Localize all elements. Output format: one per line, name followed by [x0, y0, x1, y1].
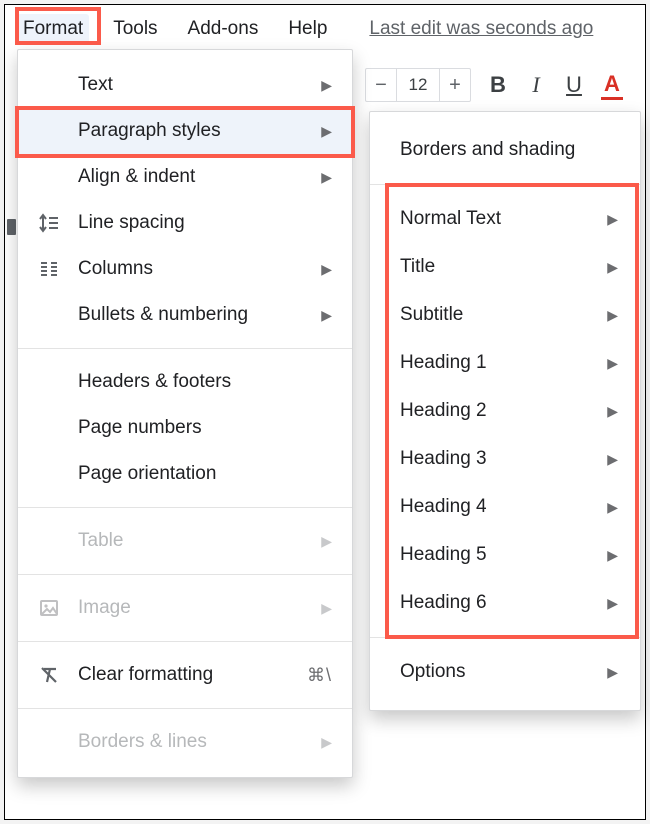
submenu-item-options[interactable]: Options▶: [370, 648, 640, 696]
menu-shortcut: ⌘\: [307, 665, 332, 686]
menu-item-columns[interactable]: Columns▶: [18, 246, 352, 292]
menu-item-label: Headers & footers: [78, 371, 332, 393]
menu-item-page-orientation[interactable]: Page orientation: [18, 451, 352, 497]
menu-format[interactable]: Format: [17, 14, 89, 44]
menu-item-label: Borders & lines: [78, 731, 321, 753]
submenu-item-heading-1[interactable]: Heading 1▶: [370, 339, 640, 387]
columns-icon: [38, 258, 78, 280]
menubar: Format Tools Add-ons Help Last edit was …: [17, 12, 593, 46]
menu-item-label: Columns: [78, 258, 321, 280]
menu-item-line-spacing[interactable]: Line spacing: [18, 200, 352, 246]
submenu-item-borders-and-shading[interactable]: Borders and shading: [370, 126, 640, 174]
menu-addons[interactable]: Add-ons: [182, 14, 265, 44]
menu-item-label: Image: [78, 597, 321, 619]
submenu-item-label: Heading 4: [400, 496, 607, 518]
submenu-item-label: Heading 5: [400, 544, 607, 566]
chevron-right-icon: ▶: [607, 403, 618, 420]
submenu-item-label: Options: [400, 661, 607, 683]
chevron-right-icon: ▶: [607, 664, 618, 681]
chevron-right-icon: ▶: [321, 169, 332, 186]
submenu-item-label: Title: [400, 256, 607, 278]
menu-item-label: Clear formatting: [78, 664, 307, 686]
chevron-right-icon: ▶: [321, 77, 332, 94]
font-size-input[interactable]: 12: [396, 69, 440, 101]
menu-help[interactable]: Help: [282, 14, 333, 44]
last-edit-link[interactable]: Last edit was seconds ago: [369, 18, 593, 40]
menu-item-align-indent[interactable]: Align & indent▶: [18, 154, 352, 200]
font-size-decrease-button[interactable]: −: [366, 69, 396, 101]
chevron-right-icon: ▶: [607, 307, 618, 324]
menu-separator: [18, 348, 352, 349]
menu-item-bullets-numbering[interactable]: Bullets & numbering▶: [18, 292, 352, 338]
bold-button[interactable]: B: [487, 72, 509, 98]
chevron-right-icon: ▶: [607, 451, 618, 468]
submenu-item-label: Heading 1: [400, 352, 607, 374]
toolbar: − 12 + B I U A: [365, 65, 623, 105]
chevron-right-icon: ▶: [321, 734, 332, 751]
menu-separator: [370, 637, 640, 638]
image-icon: [38, 597, 78, 619]
chevron-right-icon: ▶: [321, 261, 332, 278]
menu-separator: [18, 708, 352, 709]
menu-item-label: Page orientation: [78, 463, 332, 485]
chevron-right-icon: ▶: [607, 595, 618, 612]
chevron-right-icon: ▶: [607, 211, 618, 228]
submenu-item-heading-3[interactable]: Heading 3▶: [370, 435, 640, 483]
menu-separator: [370, 184, 640, 185]
menu-item-table: Table▶: [18, 518, 352, 564]
submenu-item-label: Borders and shading: [400, 139, 618, 161]
font-size-stepper: − 12 +: [365, 68, 471, 102]
menu-item-label: Paragraph styles: [78, 120, 321, 142]
menu-item-image: Image▶: [18, 585, 352, 631]
chevron-right-icon: ▶: [321, 533, 332, 550]
menu-separator: [18, 574, 352, 575]
menu-item-label: Bullets & numbering: [78, 304, 321, 326]
submenu-item-heading-6[interactable]: Heading 6▶: [370, 579, 640, 627]
menu-item-label: Table: [78, 530, 321, 552]
menu-item-headers-footers[interactable]: Headers & footers: [18, 359, 352, 405]
submenu-item-label: Heading 2: [400, 400, 607, 422]
submenu-item-heading-2[interactable]: Heading 2▶: [370, 387, 640, 435]
font-size-increase-button[interactable]: +: [440, 69, 470, 101]
menu-item-text[interactable]: Text▶: [18, 62, 352, 108]
menu-item-label: Line spacing: [78, 212, 332, 234]
submenu-item-label: Subtitle: [400, 304, 607, 326]
menu-item-page-numbers[interactable]: Page numbers: [18, 405, 352, 451]
chevron-right-icon: ▶: [607, 499, 618, 516]
paragraph-styles-submenu: Borders and shadingNormal Text▶Title▶Sub…: [369, 111, 641, 711]
chevron-right-icon: ▶: [607, 259, 618, 276]
clear-format-icon: [38, 664, 78, 686]
menu-item-label: Align & indent: [78, 166, 321, 188]
text-color-button[interactable]: A: [601, 71, 623, 100]
italic-button[interactable]: I: [525, 72, 547, 98]
submenu-item-label: Heading 6: [400, 592, 607, 614]
menu-item-paragraph-styles[interactable]: Paragraph styles▶: [18, 108, 352, 154]
menu-item-clear-formatting[interactable]: Clear formatting⌘\: [18, 652, 352, 698]
submenu-item-label: Heading 3: [400, 448, 607, 470]
submenu-item-title[interactable]: Title▶: [370, 243, 640, 291]
menu-item-borders-lines: Borders & lines▶: [18, 719, 352, 765]
chevron-right-icon: ▶: [321, 123, 332, 140]
app-frame: Format Tools Add-ons Help Last edit was …: [4, 4, 646, 820]
submenu-item-heading-5[interactable]: Heading 5▶: [370, 531, 640, 579]
ruler-indent-marker[interactable]: [7, 219, 16, 235]
submenu-item-subtitle[interactable]: Subtitle▶: [370, 291, 640, 339]
menu-item-label: Text: [78, 74, 321, 96]
line-spacing-icon: [38, 212, 78, 234]
menu-separator: [18, 641, 352, 642]
underline-button[interactable]: U: [563, 72, 585, 98]
chevron-right-icon: ▶: [321, 600, 332, 617]
submenu-item-normal-text[interactable]: Normal Text▶: [370, 195, 640, 243]
format-menu: Text▶Paragraph styles▶Align & indent▶ Li…: [17, 49, 353, 778]
menu-tools[interactable]: Tools: [107, 14, 163, 44]
submenu-item-label: Normal Text: [400, 208, 607, 230]
chevron-right-icon: ▶: [607, 355, 618, 372]
menu-separator: [18, 507, 352, 508]
submenu-item-heading-4[interactable]: Heading 4▶: [370, 483, 640, 531]
chevron-right-icon: ▶: [321, 307, 332, 324]
menu-item-label: Page numbers: [78, 417, 332, 439]
chevron-right-icon: ▶: [607, 547, 618, 564]
